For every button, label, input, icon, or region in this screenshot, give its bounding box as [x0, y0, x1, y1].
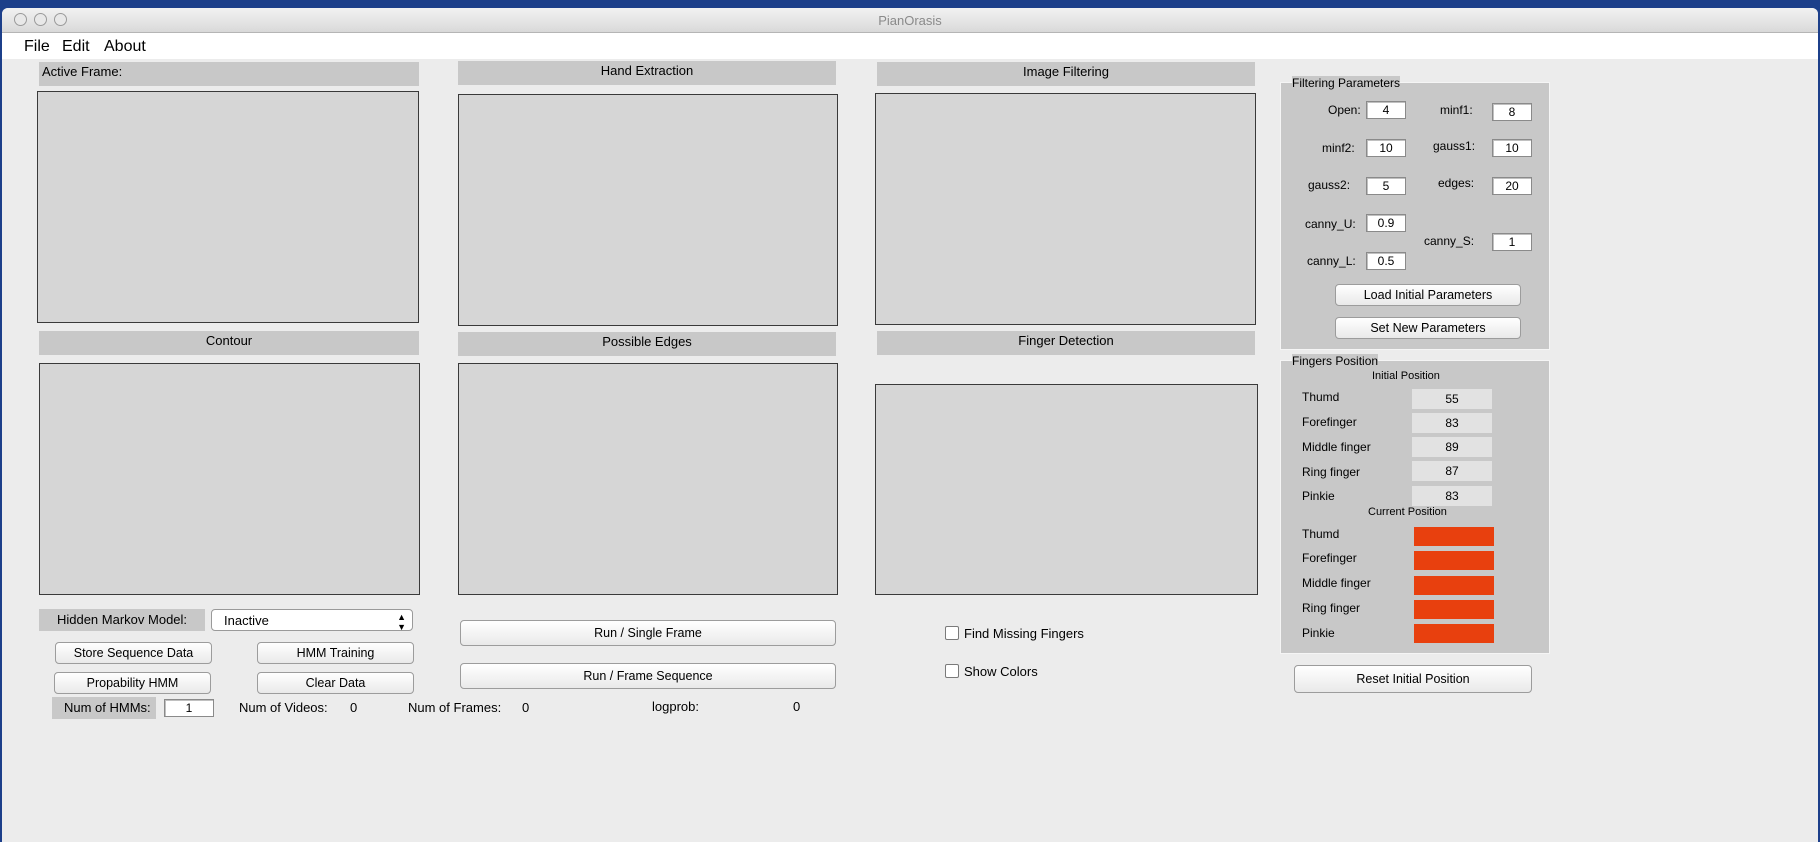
- set-new-parameters-button[interactable]: Set New Parameters: [1335, 317, 1521, 339]
- current-finger-indicator: [1414, 576, 1494, 595]
- fingers-position-panel: Fingers Position Initial Position Thumd …: [1280, 354, 1550, 654]
- initial-position-title: Initial Position: [1372, 370, 1440, 382]
- load-initial-parameters-button[interactable]: Load Initial Parameters: [1335, 284, 1521, 306]
- current-finger-indicator: [1414, 551, 1494, 570]
- filtering-border: [1280, 82, 1550, 350]
- active-frame-view: [37, 91, 419, 323]
- edges-field[interactable]: 20: [1492, 177, 1532, 195]
- stepper-arrows-icon: ▲ ▼: [397, 612, 406, 632]
- num-videos-value: 0: [350, 700, 358, 715]
- num-hmms-label: Num of HMMs:: [52, 697, 156, 719]
- hmm-select[interactable]: Inactive ▲ ▼: [211, 609, 413, 632]
- initial-finger-value: 87: [1412, 461, 1492, 481]
- edges-label: edges:: [1438, 176, 1475, 190]
- current-finger-label: Middle finger: [1302, 576, 1371, 590]
- finger-detection-view: [875, 384, 1258, 595]
- initial-finger-value: 89: [1412, 437, 1492, 457]
- current-finger-label: Forefinger: [1302, 551, 1357, 565]
- run-single-frame-button[interactable]: Run / Single Frame: [460, 620, 836, 646]
- title-bar: PianOrasis: [2, 8, 1818, 33]
- canny-s-label: canny_S:: [1424, 234, 1475, 248]
- canny-l-label: canny_L:: [1307, 254, 1356, 268]
- minf2-field[interactable]: 10: [1366, 139, 1406, 157]
- logprob-value: 0: [793, 699, 801, 714]
- current-finger-indicator: [1414, 527, 1494, 546]
- initial-finger-value: 83: [1412, 413, 1492, 433]
- open-label: Open:: [1328, 103, 1361, 117]
- initial-finger-label: Middle finger: [1302, 440, 1371, 454]
- window-title: PianOrasis: [878, 13, 942, 28]
- possible-edges-view: [458, 363, 838, 595]
- gauss2-label: gauss2:: [1308, 178, 1351, 192]
- num-hmms-field[interactable]: 1: [164, 699, 214, 717]
- hand-extraction-view: [458, 94, 838, 326]
- find-missing-fingers-label: Find Missing Fingers: [964, 626, 1084, 641]
- filtering-parameters-panel: Filtering Parameters Open: 4 minf1: 8 mi…: [1280, 76, 1550, 350]
- menu-file[interactable]: File: [24, 38, 50, 56]
- minf1-field[interactable]: 8: [1492, 103, 1532, 121]
- gauss1-field[interactable]: 10: [1492, 139, 1532, 157]
- app-window: PianOrasis File Edit About Active Frame:…: [2, 8, 1818, 842]
- menu-bar: File Edit About: [2, 33, 1818, 59]
- finger-detection-header: Finger Detection: [877, 331, 1255, 355]
- gauss2-field[interactable]: 5: [1366, 177, 1406, 195]
- hmm-training-button[interactable]: HMM Training: [257, 642, 414, 664]
- current-position-title: Current Position: [1368, 506, 1447, 518]
- filtering-parameters-title: Filtering Parameters: [1292, 76, 1401, 90]
- current-finger-label: Pinkie: [1302, 626, 1335, 640]
- num-videos-label: Num of Videos:: [239, 700, 328, 715]
- canny-u-label: canny_U:: [1305, 217, 1356, 231]
- initial-finger-label: Ring finger: [1302, 465, 1361, 479]
- store-sequence-data-button[interactable]: Store Sequence Data: [55, 642, 212, 664]
- initial-finger-label: Forefinger: [1302, 415, 1357, 429]
- minf1-label: minf1:: [1440, 103, 1473, 117]
- minf2-label: minf2:: [1322, 141, 1355, 155]
- gauss1-label: gauss1:: [1433, 139, 1476, 153]
- find-missing-fingers-checkbox[interactable]: [945, 626, 959, 640]
- active-frame-header: Active Frame:: [39, 62, 419, 86]
- canny-u-field[interactable]: 0.9: [1366, 214, 1406, 232]
- show-colors-checkbox[interactable]: [945, 664, 959, 678]
- probability-hmm-button[interactable]: Propability HMM: [54, 672, 211, 694]
- clear-data-button[interactable]: Clear Data: [257, 672, 414, 694]
- fingers-position-title: Fingers Position: [1292, 354, 1379, 368]
- logprob-label: logprob:: [652, 699, 699, 714]
- reset-initial-position-button[interactable]: Reset Initial Position: [1294, 665, 1532, 693]
- possible-edges-header: Possible Edges: [458, 332, 836, 356]
- show-colors-label: Show Colors: [964, 664, 1038, 679]
- num-frames-label: Num of Frames:: [408, 700, 502, 715]
- hand-extraction-header: Hand Extraction: [458, 61, 836, 85]
- hmm-select-value: Inactive: [224, 613, 269, 628]
- image-filtering-header: Image Filtering: [877, 62, 1255, 86]
- current-finger-indicator: [1414, 624, 1494, 643]
- canny-s-field[interactable]: 1: [1492, 233, 1532, 251]
- contour-view: [39, 363, 420, 595]
- menu-edit[interactable]: Edit: [62, 38, 90, 56]
- current-finger-label: Thumd: [1302, 527, 1340, 541]
- image-filtering-view: [875, 93, 1256, 325]
- menu-about[interactable]: About: [104, 38, 146, 56]
- canny-l-field[interactable]: 0.5: [1366, 252, 1406, 270]
- initial-finger-label: Pinkie: [1302, 489, 1335, 503]
- initial-finger-label: Thumd: [1302, 390, 1340, 404]
- current-finger-label: Ring finger: [1302, 601, 1361, 615]
- hmm-label: Hidden Markov Model:: [39, 609, 205, 631]
- contour-header: Contour: [39, 331, 419, 355]
- current-finger-indicator: [1414, 600, 1494, 619]
- open-field[interactable]: 4: [1366, 101, 1406, 119]
- run-frame-sequence-button[interactable]: Run / Frame Sequence: [460, 663, 836, 689]
- initial-finger-value: 83: [1412, 486, 1492, 506]
- initial-finger-value: 55: [1412, 389, 1492, 409]
- num-frames-value: 0: [522, 700, 530, 715]
